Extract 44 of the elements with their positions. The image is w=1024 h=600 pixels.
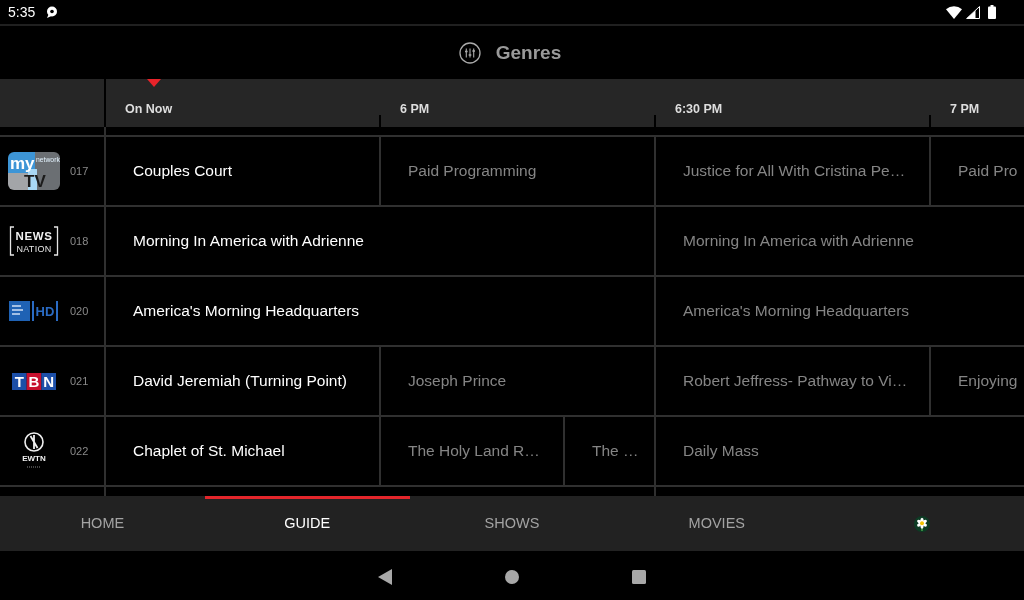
program-listing[interactable]: Paid Programming: [381, 137, 656, 205]
program-listing[interactable]: Couples Court: [106, 137, 381, 205]
program-listing[interactable]: Morning In America with Adrienne: [656, 207, 1024, 275]
channel-number: 022: [70, 443, 89, 459]
program-listing[interactable]: David Jeremiah (Turning Point): [106, 347, 381, 415]
program-listing[interactable]: Robert Jeffress- Pathway to Vi…: [656, 347, 931, 415]
program-listing[interactable]: The …: [565, 417, 656, 485]
program-listing[interactable]: The Holy Land R…: [381, 417, 565, 485]
program-listing[interactable]: Paid Pro: [931, 137, 1024, 205]
timeline-label: 6 PM: [400, 102, 430, 117]
battery-icon: [988, 5, 996, 19]
channel-logo: EWTN: [21, 432, 47, 470]
channel-number: 021: [70, 373, 89, 389]
flower-icon: [913, 515, 930, 532]
home-icon[interactable]: [505, 569, 519, 584]
signal-icon: [966, 5, 980, 19]
timeline-label: On Now: [125, 102, 173, 117]
program-listing[interactable]: Daily Mass: [656, 417, 1024, 485]
program-listing[interactable]: Justice for All With Cristina Pe…: [656, 137, 931, 205]
program-listing[interactable]: Joseph Prince: [381, 347, 656, 415]
sliders-icon: [458, 41, 481, 64]
nav-tab[interactable]: HOME: [0, 496, 205, 551]
channel-number: 020: [70, 303, 89, 319]
program-listing[interactable]: Enjoying: [931, 347, 1024, 415]
program-listing[interactable]: America's Morning Headquarters: [656, 277, 1024, 345]
recents-icon[interactable]: [632, 569, 646, 584]
channel-logo: HD: [9, 301, 59, 321]
wifi-icon: [946, 5, 962, 19]
timeline-label: 6:30 PM: [675, 102, 723, 117]
program-listing[interactable]: Morning In America with Adrienne: [106, 207, 656, 275]
speech-bubble-icon: [46, 6, 59, 18]
nav-tab[interactable]: MOVIES: [614, 496, 820, 551]
channel-number: 018: [70, 233, 89, 249]
genres-button[interactable]: Genres: [458, 41, 562, 64]
nav-tab[interactable]: GUIDE: [204, 496, 410, 551]
channel-number: 017: [70, 163, 89, 179]
status-time: 5:35: [8, 5, 36, 19]
program-listing[interactable]: Chaplet of St. Michael: [106, 417, 381, 485]
time-marker-icon: [147, 79, 161, 87]
nav-tab[interactable]: SHOWS: [409, 496, 615, 551]
timeline-label: 7 PM: [950, 102, 980, 117]
program-listing[interactable]: America's Morning Headquarters: [106, 277, 656, 345]
back-icon[interactable]: [378, 568, 392, 585]
channel-logo: NEWS NATION: [9, 226, 59, 256]
